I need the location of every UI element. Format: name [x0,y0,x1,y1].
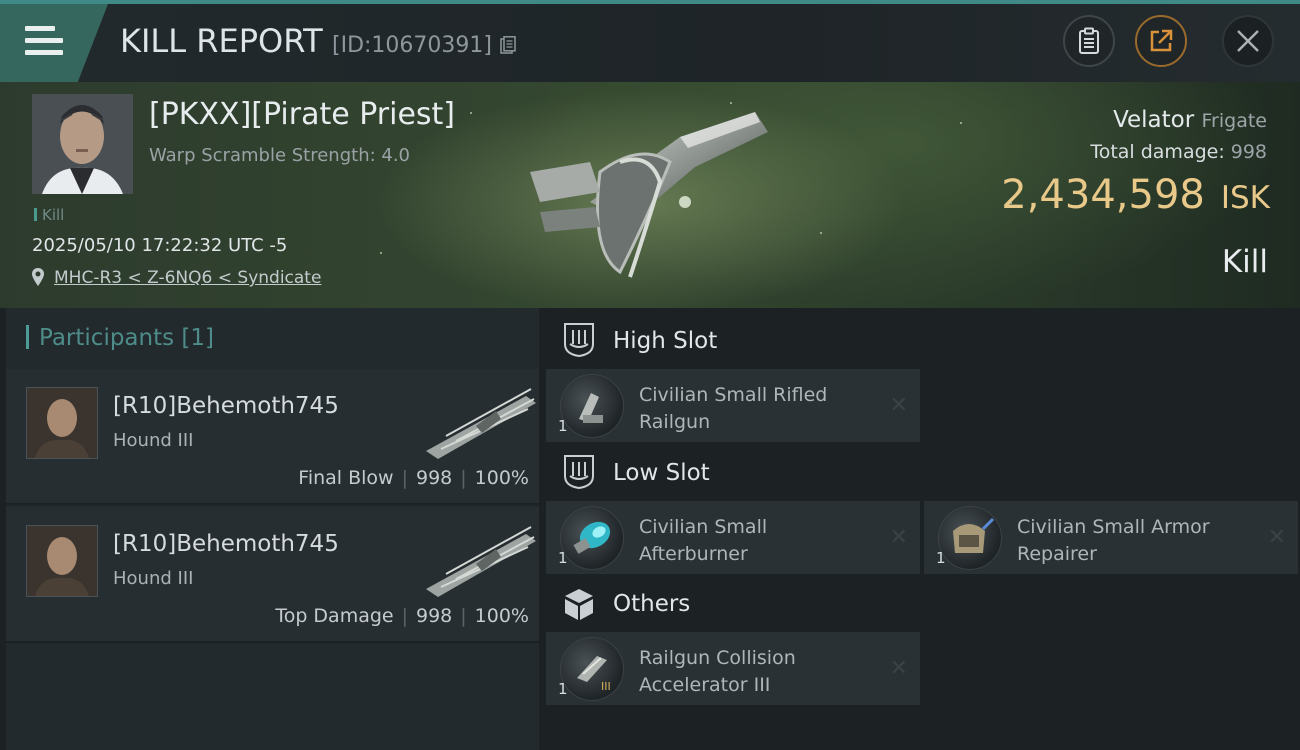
participant-ship-image [426,526,536,597]
kill-type-tag: Kill [34,206,64,224]
close-button[interactable] [1222,15,1274,67]
module-item[interactable]: 1 Civilian Small Rifled Railgun ✕ [546,369,920,442]
others-cube-icon [565,589,593,620]
module-name: Civilian Small Afterburner [639,514,869,568]
close-icon: ✕ [889,525,908,550]
participant-stats: Final Blow | 998 | 100% [298,467,529,489]
armor-repairer-module-icon [938,506,1002,570]
module-name-line2: Afterburner [639,543,748,565]
isk-value: 2,434,598 ISK [1001,172,1270,218]
participant-ship: Hound III [113,568,194,589]
collision-accelerator-module-icon: III [560,637,624,701]
high-slot-icon [564,323,594,358]
clipboard-button[interactable] [1063,15,1115,67]
participant-role: Top Damage [275,605,394,627]
close-icon [1237,30,1259,52]
isk-unit: ISK [1220,180,1270,216]
module-name: Civilian Small Rifled Railgun [639,382,869,436]
close-icon: ✕ [889,393,908,418]
victim-ship-name: Velator [1113,107,1195,133]
total-damage-value: 998 [1230,141,1267,163]
module-name-line1: Civilian Small [639,516,768,538]
participant-avatar [26,525,98,597]
high-slot-heading: High Slot [613,328,718,354]
participant-ship: Hound III [113,430,194,451]
participant-row[interactable]: [R10]Behemoth745 Hound III Top Damage | 99… [6,507,539,643]
low-slot-heading: Low Slot [613,460,710,486]
location-pin-icon [32,268,44,286]
copy-icon[interactable] [500,36,516,54]
participant-damage: 998 [416,605,453,627]
page-title: KILL REPORT [120,22,323,60]
participant-name: [R10]Behemoth745 [113,531,339,557]
total-damage: Total damage: 998 [1090,141,1267,163]
module-name-line1: Civilian Small Rifled [639,384,828,406]
module-quantity: 1 [558,680,568,698]
victim-name: [PKXX][Pirate Priest] [149,97,456,132]
participant-name: [R10]Behemoth745 [113,393,339,419]
hamburger-menu-icon [25,26,63,58]
railgun-module-icon [560,374,624,438]
participant-avatar [26,387,98,459]
isk-amount: 2,434,598 [1001,172,1205,218]
clipboard-icon [1079,27,1099,54]
participant-percent: 100% [474,605,529,627]
victim-ship-image [530,112,768,278]
module-quantity: 1 [936,549,946,567]
participant-percent: 100% [474,467,529,489]
warp-scramble-strength: Warp Scramble Strength: 4.0 [149,145,411,166]
close-icon: ✕ [1267,525,1286,550]
participant-role: Final Blow [298,467,394,489]
share-button[interactable] [1135,15,1187,67]
low-slot-icon [564,455,594,490]
kill-report-id: [ID:10670391] [332,33,492,58]
victim-portrait[interactable] [32,94,133,194]
module-quantity: 1 [558,417,568,435]
module-name-line1: Civilian Small Armor [1017,516,1210,538]
participant-damage: 998 [416,467,453,489]
victim-ship-label: Velator Frigate [1113,107,1267,133]
module-item[interactable]: 1 Civilian Small Armor Repairer ✕ [924,501,1298,574]
participants-heading: Participants [1] [26,325,214,351]
module-name: Railgun Collision Accelerator III [639,645,869,699]
participant-row[interactable]: [R10]Behemoth745 Hound III Final Blow | 99… [6,369,539,505]
kill-datetime: 2025/05/10 17:22:32 UTC -5 [32,235,288,256]
module-name-line2: Accelerator III [639,674,771,696]
module-name-line1: Railgun Collision [639,647,796,669]
close-icon: ✕ [889,656,908,681]
module-name-line2: Railgun [639,411,711,433]
module-item[interactable]: 1 Civilian Small Afterburner ✕ [546,501,920,574]
svg-text:III: III [601,680,611,693]
afterburner-module-icon [560,506,624,570]
module-name: Civilian Small Armor Repairer [1017,514,1247,568]
total-damage-label: Total damage: [1090,141,1225,163]
others-heading: Others [613,591,691,617]
module-quantity: 1 [558,549,568,567]
participant-stats: Top Damage | 998 | 100% [275,605,529,627]
module-name-line2: Repairer [1017,543,1097,565]
kill-location-link[interactable]: MHC-R3 < Z-6NQ6 < Syndicate [54,268,321,288]
victim-ship-class: Frigate [1201,110,1267,132]
participant-ship-image [426,388,536,459]
share-icon [1150,29,1173,52]
kill-result: Kill [1221,244,1268,280]
module-item[interactable]: III 1 Railgun Collision Accelerator III … [546,632,920,705]
